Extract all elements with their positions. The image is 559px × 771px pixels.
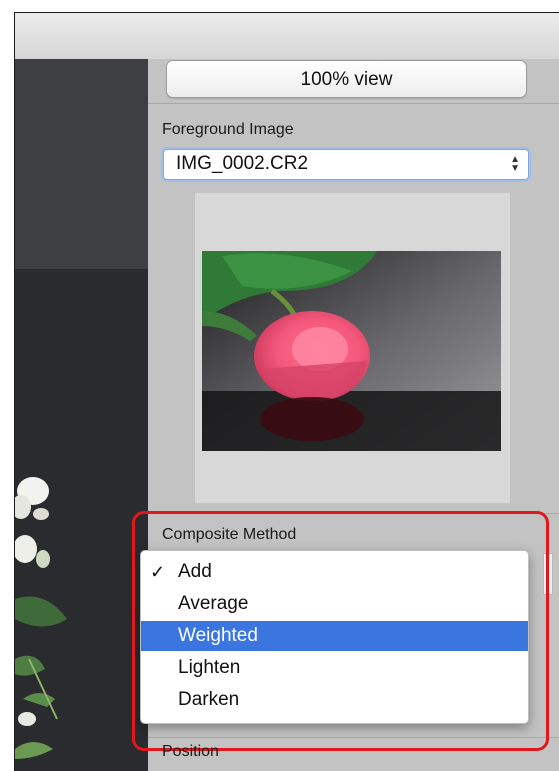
foreground-image-label: Foreground Image xyxy=(162,121,294,138)
annotation-highlight-box xyxy=(132,511,549,751)
section-divider xyxy=(148,103,559,104)
viewer-orchid-image xyxy=(15,477,67,759)
select-arrows-icon: ▲ ▼ xyxy=(510,154,520,174)
image-viewer[interactable] xyxy=(15,59,148,771)
position-label: Position xyxy=(162,743,219,760)
foreground-thumbnail-image xyxy=(202,251,501,451)
view-100-button[interactable]: 100% view xyxy=(166,60,527,98)
app-window: 100% view Foreground Image IMG_0002.CR2 … xyxy=(14,12,559,771)
foreground-image-value: IMG_0002.CR2 xyxy=(176,153,309,174)
window-titlebar xyxy=(15,13,559,60)
foreground-image-select[interactable]: IMG_0002.CR2 ▲ ▼ xyxy=(163,149,529,180)
